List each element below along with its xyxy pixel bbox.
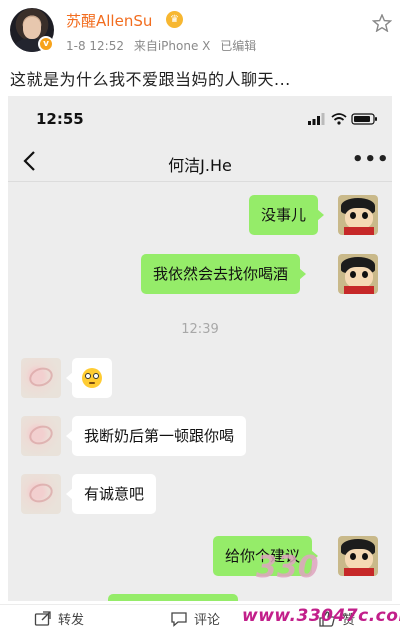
my-avatar[interactable]: [338, 195, 378, 235]
status-icons: [308, 113, 377, 125]
comment-icon: [171, 612, 187, 627]
post-date: 1-8 12:52: [66, 39, 124, 53]
message-bubble-sent[interactable]: 我依然会去找你喝酒: [141, 254, 307, 294]
post-edited[interactable]: 已编辑: [220, 39, 256, 53]
post-source: 来自iPhone X: [133, 39, 211, 53]
chat-timestamp: 12:39: [181, 322, 219, 337]
username[interactable]: 苏醒AllenSu: [66, 10, 152, 31]
post-meta: 1-8 12:52 来自iPhone X 已编辑: [66, 37, 262, 54]
like-button[interactable]: 赞: [318, 609, 355, 628]
thumbs-up-icon: [319, 611, 335, 627]
contact-avatar[interactable]: [21, 416, 61, 456]
status-bar: 12:55: [8, 96, 392, 142]
message-bubble-received[interactable]: 我断奶后第一顿跟你喝: [65, 416, 247, 456]
comment-button[interactable]: 评论: [170, 609, 220, 628]
repost-label: 转发: [58, 613, 85, 628]
message-bubble-received[interactable]: [66, 358, 112, 398]
status-time: 12:55: [36, 110, 84, 128]
chat-screenshot: 12:55 何洁J.He ••• 没事儿 我依然会去找你喝酒 12:39 我断奶…: [8, 96, 392, 601]
contact-avatar[interactable]: [21, 474, 61, 514]
flushed-face-icon: [82, 367, 102, 388]
my-avatar[interactable]: [338, 536, 378, 576]
post-text: 这就是为什么我不爱跟当妈的人聊天...: [10, 70, 291, 89]
message-bubble-sent[interactable]: 给你个建议: [213, 536, 319, 576]
vip-crown-icon: ♛: [166, 11, 183, 28]
star-icon[interactable]: [372, 14, 392, 32]
more-dots-icon[interactable]: •••: [352, 150, 389, 172]
chat-nav-bar: 何洁J.He •••: [8, 142, 392, 182]
repost-icon: [34, 611, 51, 626]
like-label: 赞: [342, 613, 356, 628]
message-bubble-received[interactable]: 有诚意吧: [65, 474, 157, 514]
post-header: v 苏醒AllenSu ♛ 1-8 12:52 来自iPhone X 已编辑: [0, 0, 400, 60]
post-action-bar: 转发 评论 赞: [0, 604, 400, 632]
contact-avatar[interactable]: [21, 358, 61, 398]
repost-button[interactable]: 转发: [34, 609, 84, 628]
message-bubble-sent[interactable]: 没事儿: [249, 195, 325, 235]
verified-badge-icon: v: [38, 36, 54, 52]
chat-title: 何洁J.He: [168, 156, 232, 175]
comment-label: 评论: [194, 613, 221, 628]
message-bubble-sent-partial[interactable]: [108, 594, 238, 601]
my-avatar[interactable]: [338, 254, 378, 294]
